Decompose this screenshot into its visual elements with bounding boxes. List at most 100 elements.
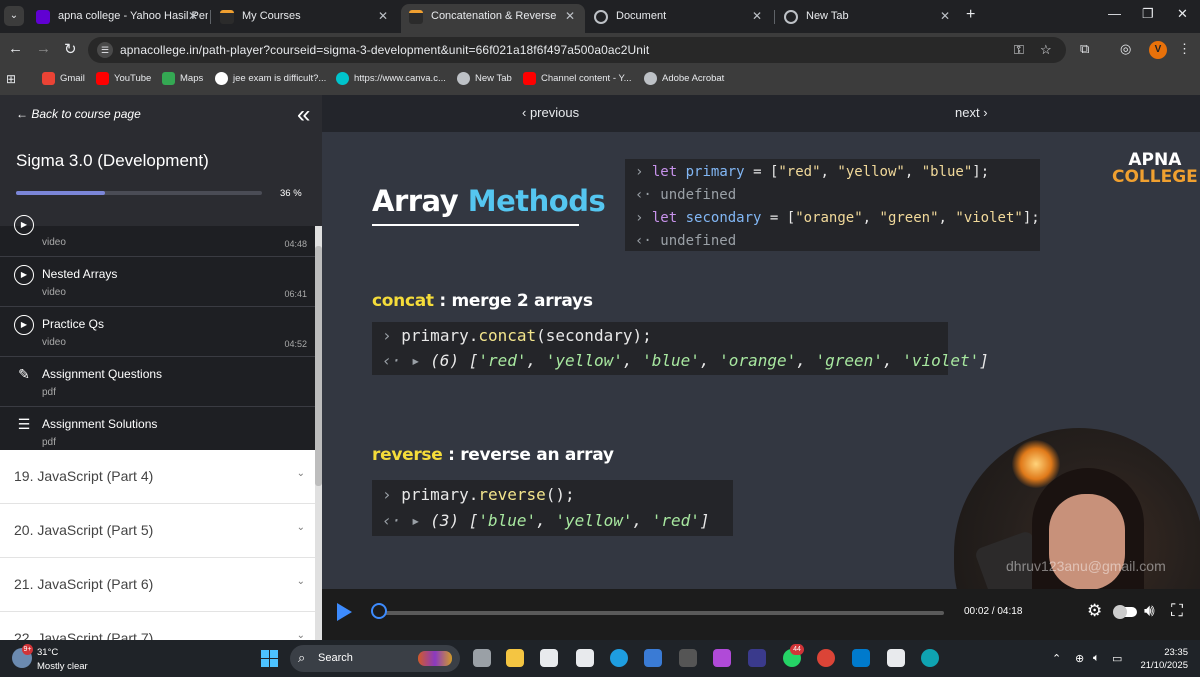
language-icon[interactable]: ⊕ xyxy=(1075,652,1084,665)
chrome-icon[interactable] xyxy=(817,649,835,667)
system-clock[interactable]: 23:35 21/10/2025 xyxy=(1140,646,1188,672)
bookmark-canva[interactable]: https://www.canva.c... xyxy=(336,72,446,85)
collapse-sidebar-icon[interactable]: « xyxy=(297,101,310,129)
new-tab-button[interactable]: + xyxy=(966,6,975,24)
reverse-heading: reverse : reverse an array xyxy=(372,445,614,465)
microsoft-store-icon[interactable] xyxy=(576,649,594,667)
chevron-up-icon[interactable]: ⌃ xyxy=(1052,652,1061,665)
volume-icon[interactable]: 🔊︎ xyxy=(1144,601,1155,621)
lesson-navigation: ‹ previous next › xyxy=(322,95,1200,132)
extensions-icon[interactable]: ⧉ xyxy=(1080,41,1089,57)
lesson-item-practice-qs[interactable]: ▶ Practice Qs video 04:52 xyxy=(0,307,315,357)
video-player[interactable]: Array Methods APNA COLLEGE › let primary… xyxy=(322,132,1200,640)
menu-icon[interactable]: ⋮ xyxy=(1178,41,1191,57)
section-javascript-part-4[interactable]: 19. JavaScript (Part 4) ⌄ xyxy=(0,450,315,504)
copilot-icon[interactable] xyxy=(713,649,731,667)
password-key-icon[interactable]: ⚿ xyxy=(1014,42,1024,58)
tab-search-button[interactable]: ⌄ xyxy=(4,6,24,26)
lesson-item-assignment-questions[interactable]: ✎ Assignment Questions pdf xyxy=(0,357,315,407)
battery-icon[interactable]: ▭ xyxy=(1112,652,1122,665)
bookmark-star-icon[interactable]: ☆ xyxy=(1040,42,1052,58)
play-circle-icon: ▶ xyxy=(14,315,34,335)
amazon-icon[interactable] xyxy=(540,649,558,667)
close-icon[interactable]: ✕ xyxy=(188,4,198,29)
app-icon[interactable] xyxy=(748,649,766,667)
globe-icon xyxy=(784,10,798,24)
minimize-button[interactable]: — xyxy=(1108,6,1121,21)
tab-yahoo[interactable]: apna college - Yahoo Hasil Pen ✕ xyxy=(28,4,208,33)
edge-icon[interactable] xyxy=(610,649,628,667)
bookmark-youtube[interactable]: YouTube xyxy=(96,72,151,85)
section-javascript-part-7[interactable]: 22. JavaScript (Part 7) ⌄ xyxy=(0,612,315,640)
chevron-down-icon: ⌄ xyxy=(296,576,305,587)
bookmark-gmail[interactable]: Gmail xyxy=(42,72,85,85)
close-window-button[interactable]: ✕ xyxy=(1177,6,1188,22)
bookmark-adobe-acrobat[interactable]: Adobe Acrobat xyxy=(644,72,724,85)
apps-grid-icon[interactable]: ⊞ xyxy=(6,72,16,86)
tab-document[interactable]: Document ✕ xyxy=(586,4,772,33)
apna-college-icon xyxy=(409,10,423,24)
vscode-icon[interactable] xyxy=(852,649,870,667)
sidebar-scrollbar[interactable] xyxy=(315,226,322,640)
close-icon[interactable]: ✕ xyxy=(752,4,762,29)
tab-my-courses[interactable]: My Courses ✕ xyxy=(212,4,398,33)
back-button[interactable]: ← xyxy=(8,40,23,57)
tab-title: My Courses xyxy=(242,10,301,22)
search-label: Search xyxy=(318,652,353,664)
windows-start-icon[interactable] xyxy=(261,650,278,667)
copilot-icon[interactable]: ◎ xyxy=(1120,41,1131,57)
email-watermark: dhruv123anu@gmail.com xyxy=(1006,558,1166,574)
play-icon[interactable] xyxy=(337,603,352,621)
back-to-course-link[interactable]: ← Back to course page xyxy=(16,107,141,121)
tab-title: apna college - Yahoo Hasil Pen xyxy=(58,10,208,22)
seek-bar[interactable] xyxy=(374,611,944,615)
scrollbar-thumb[interactable] xyxy=(315,246,322,486)
next-button[interactable]: next › xyxy=(955,105,988,120)
notes-icon[interactable] xyxy=(644,649,662,667)
bookmark-maps[interactable]: Maps xyxy=(162,72,203,85)
settings-gear-icon[interactable]: ⚙ xyxy=(1087,601,1102,621)
document-edit-icon: ✎ xyxy=(18,366,30,382)
main-content: ‹ previous next › Array Methods APNA COL… xyxy=(322,95,1200,640)
course-progress-text: 36 % xyxy=(280,188,302,199)
lesson-item[interactable]: ▶ video 04:48 xyxy=(0,207,315,257)
weather-temperature: 31°C xyxy=(37,647,59,658)
section-javascript-part-5[interactable]: 20. JavaScript (Part 5) ⌄ xyxy=(0,504,315,558)
restore-button[interactable]: ❐ xyxy=(1142,6,1154,22)
autoplay-toggle[interactable] xyxy=(1113,605,1137,619)
tab-concatenation-reverse[interactable]: Concatenation & Reverse ✕ xyxy=(401,4,585,33)
notepad-icon[interactable] xyxy=(887,649,905,667)
seek-handle[interactable] xyxy=(371,603,387,619)
lesson-duration: 04:52 xyxy=(284,339,307,349)
close-icon[interactable]: ✕ xyxy=(565,4,575,29)
address-bar[interactable]: ☰ apnacollege.in/path-player?courseid=si… xyxy=(88,37,1066,63)
fullscreen-icon[interactable]: ⛶ xyxy=(1171,601,1183,621)
lesson-type: pdf xyxy=(42,387,56,398)
site-info-icon[interactable]: ☰ xyxy=(97,42,113,58)
section-javascript-part-6[interactable]: 21. JavaScript (Part 6) ⌄ xyxy=(0,558,315,612)
task-view-icon[interactable] xyxy=(473,649,491,667)
apna-college-icon xyxy=(220,10,234,24)
console-declarations: › let primary = ["red", "yellow", "blue"… xyxy=(625,159,1040,251)
forward-button[interactable]: → xyxy=(36,40,51,57)
close-icon[interactable]: ✕ xyxy=(378,4,388,29)
speaker-icon[interactable]: 🔈︎ xyxy=(1093,652,1100,665)
yahoo-icon xyxy=(36,10,50,24)
bookmark-new-tab[interactable]: New Tab xyxy=(457,72,512,85)
app-icon[interactable] xyxy=(921,649,939,667)
previous-button[interactable]: ‹ previous xyxy=(522,105,579,120)
reload-button[interactable]: ↻ xyxy=(64,40,77,58)
profile-avatar[interactable]: V xyxy=(1149,41,1167,59)
url-text: apnacollege.in/path-player?courseid=sigm… xyxy=(120,43,650,57)
tab-new-tab[interactable]: New Tab ✕ xyxy=(776,4,960,33)
taskbar-search[interactable]: ⌕ Search xyxy=(290,645,460,672)
close-icon[interactable]: ✕ xyxy=(940,4,950,29)
file-explorer-icon[interactable] xyxy=(506,649,524,667)
console-reverse: › primary.reverse(); ‹· ▸ (3) ['blue', '… xyxy=(372,480,733,536)
amazon-prime-icon[interactable] xyxy=(679,649,697,667)
lesson-item-nested-arrays[interactable]: ▶ Nested Arrays video 06:41 xyxy=(0,257,315,307)
maps-icon xyxy=(162,72,175,85)
bookmark-channel-content[interactable]: Channel content - Y... xyxy=(523,72,632,85)
bookmark-jee-exam[interactable]: jee exam is difficult?... xyxy=(215,72,326,85)
chevron-down-icon: ⌄ xyxy=(296,522,305,533)
